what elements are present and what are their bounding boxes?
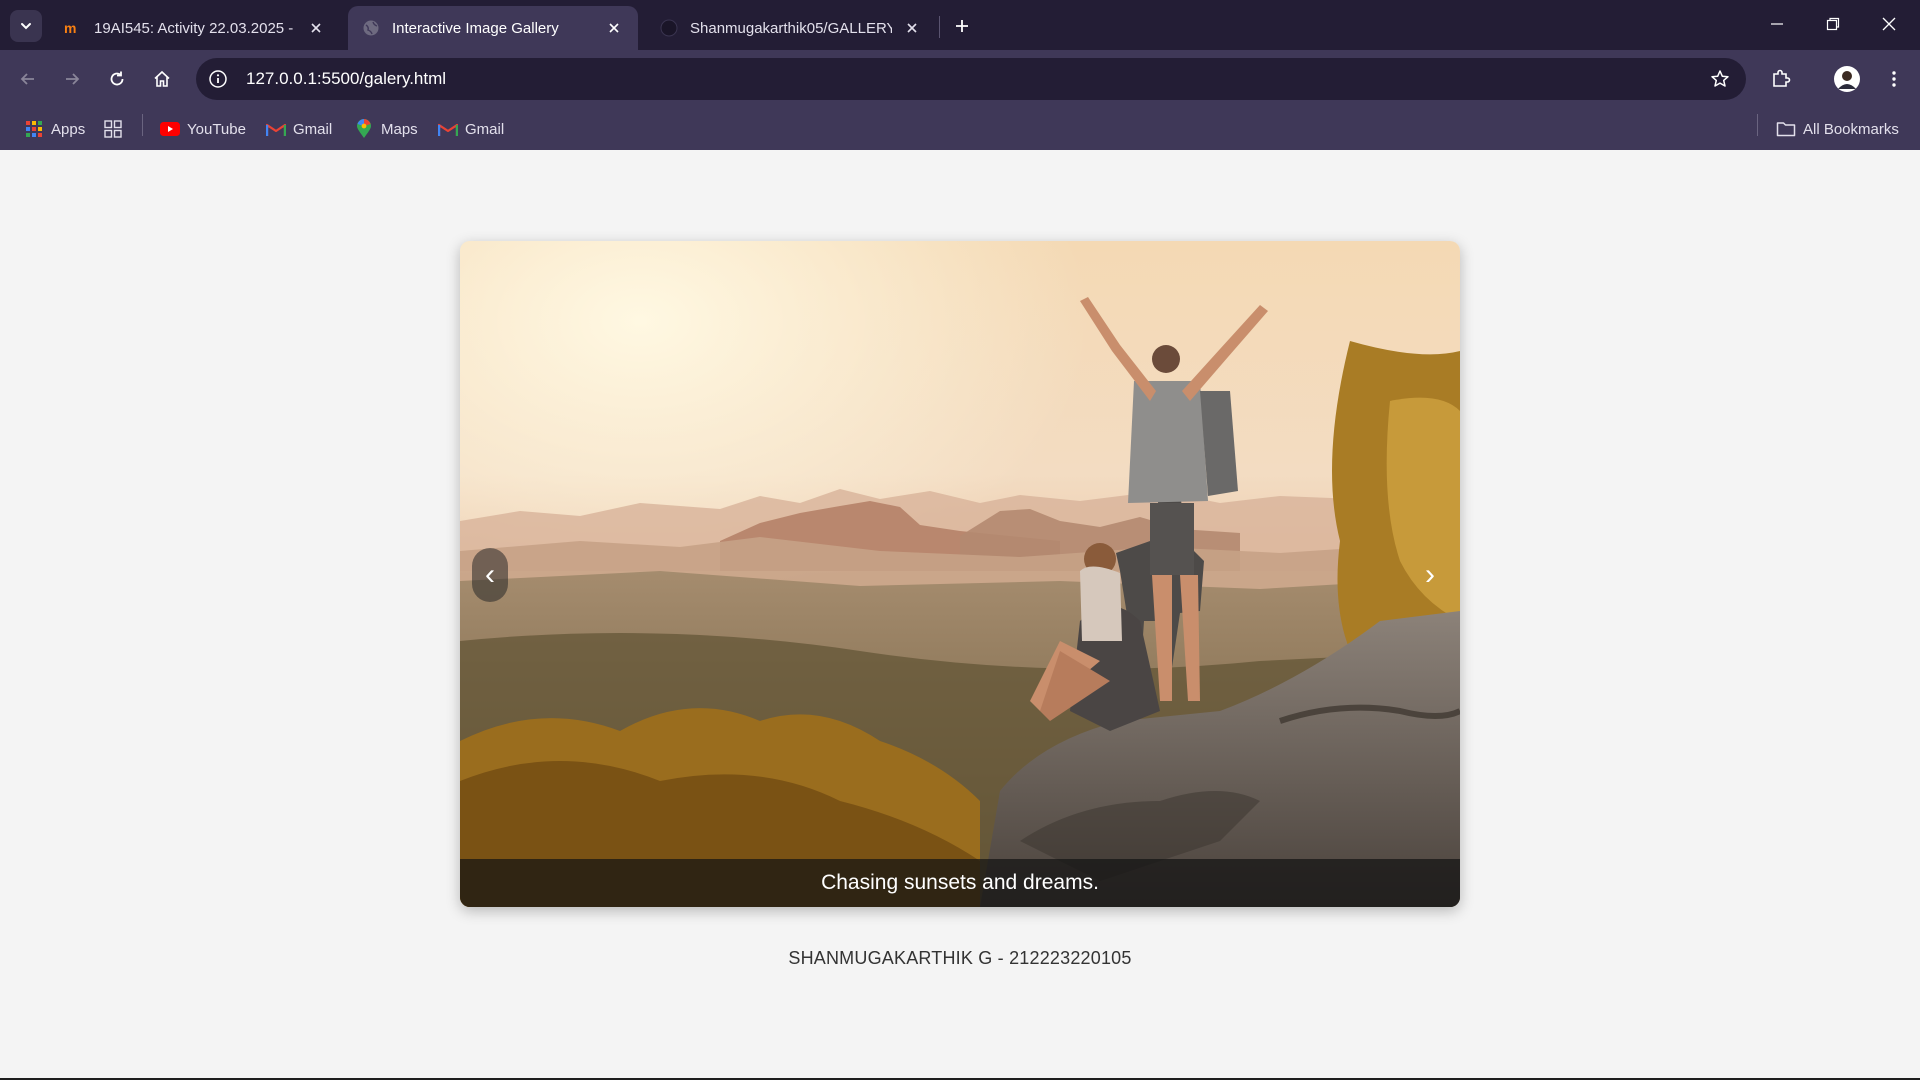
image-gallery: ‹ › Chasing sunsets and dreams. [460, 241, 1460, 907]
home-icon [154, 70, 170, 87]
next-image-button[interactable]: › [1412, 548, 1448, 602]
previous-image-button[interactable]: ‹ [472, 548, 508, 602]
globe-icon [362, 19, 380, 37]
home-button[interactable] [146, 63, 178, 95]
all-bookmarks-button[interactable]: All Bookmarks [1776, 116, 1899, 142]
youtube-icon [160, 119, 180, 139]
bookmark-gmail[interactable]: Gmail [266, 116, 332, 142]
maps-icon [354, 119, 374, 139]
tab-title: Interactive Image Gallery [392, 19, 559, 37]
profile-avatar[interactable] [1831, 63, 1863, 95]
arrow-right-icon [66, 73, 80, 85]
svg-text:m: m [64, 21, 76, 35]
bookmark-label: Gmail [465, 120, 505, 138]
avatar-icon [1834, 66, 1860, 92]
tab-title: Shanmugakarthik05/GALLERY [690, 19, 892, 37]
github-icon [660, 19, 678, 37]
tab-title: 19AI545: Activity 22.03.2025 - E [94, 19, 296, 37]
menu-button[interactable] [1878, 63, 1910, 95]
bookmark-label: YouTube [187, 120, 246, 138]
plus-icon [956, 20, 968, 32]
bookmark-gmail-2[interactable]: Gmail [438, 116, 504, 142]
minimize-icon [1771, 23, 1783, 25]
gallery-photo [460, 241, 1460, 907]
bookmark-youtube[interactable]: YouTube [160, 116, 246, 142]
bookmark-label: Apps [51, 120, 86, 138]
tab-github-gallery[interactable]: Shanmugakarthik05/GALLERY [646, 6, 936, 50]
chevron-left-icon: ‹ [485, 558, 495, 591]
apps-grid-icon [24, 119, 44, 139]
chevron-right-icon: › [1425, 558, 1435, 591]
tab-activity[interactable]: m 19AI545: Activity 22.03.2025 - E [50, 6, 340, 50]
tab-strip: m 19AI545: Activity 22.03.2025 - E Inter… [0, 0, 1920, 50]
image-caption: Chasing sunsets and dreams. [460, 859, 1460, 907]
close-icon [1882, 17, 1896, 31]
restore-icon [1826, 17, 1840, 31]
folder-icon [1776, 119, 1796, 139]
bookmark-star-icon[interactable] [1708, 67, 1732, 91]
puzzle-icon [1773, 69, 1791, 87]
tab-search-button[interactable] [10, 10, 42, 42]
kebab-menu-icon [1892, 71, 1896, 87]
forward-button[interactable] [56, 63, 88, 95]
close-window-button[interactable] [1866, 8, 1912, 40]
restore-button[interactable] [1810, 8, 1856, 40]
arrow-left-icon [20, 73, 34, 85]
tab-groups-button[interactable] [103, 116, 130, 142]
close-icon[interactable] [902, 18, 922, 38]
reload-button[interactable] [101, 63, 133, 95]
moodle-icon: m [64, 19, 82, 37]
extensions-button[interactable] [1765, 63, 1797, 95]
gmail-icon [438, 119, 458, 139]
address-bar[interactable]: 127.0.0.1:5500/galery.html [196, 58, 1746, 100]
browser-toolbar: 127.0.0.1:5500/galery.html [0, 50, 1920, 108]
tab-interactive-image-gallery[interactable]: Interactive Image Gallery [348, 6, 638, 50]
page-content: ‹ › Chasing sunsets and dreams. SHANMUGA… [0, 150, 1920, 1078]
reload-icon [110, 71, 124, 86]
caption-text: Chasing sunsets and dreams. [821, 871, 1099, 894]
tab-divider [939, 16, 940, 38]
new-tab-button[interactable] [948, 12, 976, 40]
info-icon[interactable] [204, 65, 232, 93]
bookmark-label: Maps [381, 120, 418, 138]
bookmark-label: Gmail [293, 120, 333, 138]
minimize-button[interactable] [1754, 8, 1800, 40]
all-bookmarks-label: All Bookmarks [1803, 120, 1899, 138]
bookmark-apps[interactable]: Apps [24, 116, 85, 142]
tab-groups-icon [103, 119, 123, 139]
close-icon[interactable] [306, 18, 326, 38]
chevron-down-icon [21, 23, 31, 30]
bookmark-maps[interactable]: Maps [354, 116, 418, 142]
gmail-icon [266, 119, 286, 139]
bookmarks-divider [142, 114, 143, 136]
url-text: 127.0.0.1:5500/galery.html [246, 69, 447, 88]
author-footer: SHANMUGAKARTHIK G - 212223220105 [788, 948, 1132, 968]
close-icon[interactable] [604, 18, 624, 38]
back-button[interactable] [12, 63, 44, 95]
bookmarks-divider [1757, 114, 1758, 136]
